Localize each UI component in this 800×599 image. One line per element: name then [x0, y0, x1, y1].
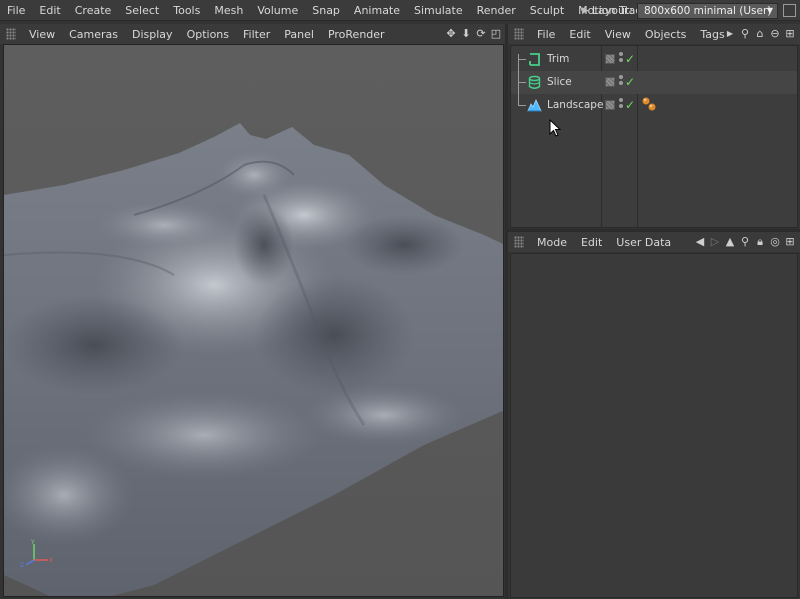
panel-grip-icon[interactable]	[6, 28, 16, 40]
rotate-view-icon[interactable]: ⟳	[475, 27, 487, 41]
chevron-down-icon: ▼	[766, 5, 773, 15]
svg-text:Z: Z	[20, 562, 24, 568]
back-icon[interactable]: ⊖	[769, 27, 781, 41]
om-toolbar: ▶ ⚲ ⌂ ⊖ ⊞	[724, 27, 796, 41]
maximize-view-icon[interactable]: ◰	[490, 27, 502, 41]
layout-dropdown[interactable]: 800x600 minimal (User) ▼	[637, 2, 778, 19]
landscape-render	[4, 45, 503, 596]
layout-selector-wrap: ▶ Layout: 800x600 minimal (User) ▼	[582, 2, 778, 19]
am-menu-user-data[interactable]: User Data	[609, 236, 678, 249]
object-name[interactable]: Trim	[547, 48, 569, 71]
enabled-check-icon[interactable]: ✓	[625, 73, 635, 91]
vertical-splitter[interactable]	[505, 24, 508, 599]
slice-icon	[528, 75, 541, 89]
vp-menu-view[interactable]: View	[22, 28, 62, 41]
search-icon[interactable]: ⚲	[739, 235, 751, 249]
visibility-dots[interactable]	[619, 52, 623, 66]
move-view-icon[interactable]: ✥	[445, 27, 457, 41]
material-tag-icon[interactable]	[641, 96, 657, 113]
layout-label: Layout:	[591, 4, 633, 17]
axis-gizmo-icon: Y X Z	[20, 539, 53, 568]
tree-line	[518, 105, 526, 106]
menu-edit[interactable]: Edit	[32, 0, 67, 21]
vp-menu-prorender[interactable]: ProRender	[321, 28, 392, 41]
om-menu-edit[interactable]: Edit	[562, 28, 597, 41]
panel-grip-icon[interactable]	[514, 236, 524, 248]
layer-icon[interactable]	[605, 77, 615, 87]
object-row-slice[interactable]: Slice ✓	[511, 71, 797, 94]
window-toggle-icon[interactable]	[783, 4, 796, 17]
vp-menu-cameras[interactable]: Cameras	[62, 28, 125, 41]
forward-arrow-icon[interactable]: ▷	[709, 235, 721, 249]
zoom-view-icon[interactable]: ⬇	[460, 27, 472, 41]
menu-mesh[interactable]: Mesh	[207, 0, 250, 21]
menu-select[interactable]: Select	[118, 0, 166, 21]
mouse-cursor-icon	[549, 119, 561, 137]
menu-animate[interactable]: Animate	[347, 0, 407, 21]
om-menu-objects[interactable]: Objects	[638, 28, 694, 41]
svg-text:Y: Y	[30, 539, 35, 546]
up-arrow-icon[interactable]: ▲	[724, 235, 736, 249]
vp-menu-options[interactable]: Options	[180, 28, 236, 41]
object-manager-menubar: File Edit View Objects Tags ▶ ⚲ ⌂ ⊖ ⊞	[508, 24, 800, 44]
chevron-right-icon: ▶	[581, 5, 589, 16]
viewport-menubar: View Cameras Display Options Filter Pane…	[0, 24, 506, 44]
om-menu-view[interactable]: View	[598, 28, 638, 41]
menu-volume[interactable]: Volume	[250, 0, 305, 21]
menu-file[interactable]: File	[0, 0, 32, 21]
panel-grip-icon[interactable]	[514, 28, 524, 40]
menu-create[interactable]: Create	[68, 0, 119, 21]
target-icon[interactable]: ◎	[769, 235, 781, 249]
layer-icon[interactable]	[605, 54, 615, 64]
3d-viewport[interactable]: Y X Z	[3, 44, 504, 597]
am-menu-mode[interactable]: Mode	[530, 236, 574, 249]
home-icon[interactable]: ⌂	[754, 27, 766, 41]
attribute-manager-menubar: Mode Edit User Data ◀ ▷ ▲ ⚲ 🔒︎ ◎ ⊞	[508, 232, 800, 252]
back-arrow-icon[interactable]: ◀	[694, 235, 706, 249]
tree-line	[518, 59, 526, 60]
menu-snap[interactable]: Snap	[305, 0, 347, 21]
object-name[interactable]: Landscape	[547, 94, 603, 117]
visibility-dots[interactable]	[619, 75, 623, 89]
om-menu-file[interactable]: File	[530, 28, 562, 41]
object-row-trim[interactable]: Trim ✓	[511, 48, 797, 71]
menu-render[interactable]: Render	[470, 0, 523, 21]
enabled-check-icon[interactable]: ✓	[625, 96, 635, 114]
menu-tools[interactable]: Tools	[166, 0, 207, 21]
trim-icon	[529, 53, 540, 66]
menu-simulate[interactable]: Simulate	[407, 0, 470, 21]
svg-text:X: X	[49, 557, 53, 564]
vp-menu-display[interactable]: Display	[125, 28, 180, 41]
am-toolbar: ◀ ▷ ▲ ⚲ 🔒︎ ◎ ⊞	[694, 235, 796, 249]
attribute-manager-body	[510, 253, 798, 598]
chevron-right-icon[interactable]: ▶	[724, 27, 736, 41]
visibility-dots[interactable]	[619, 98, 623, 112]
layout-dropdown-value: 800x600 minimal (User)	[644, 4, 772, 17]
object-row-landscape[interactable]: Landscape ✓	[511, 94, 797, 117]
landscape-icon	[527, 99, 542, 112]
menu-sculpt[interactable]: Sculpt	[523, 0, 571, 21]
viewport-nav-tools: ✥ ⬇ ⟳ ◰	[445, 27, 502, 41]
search-icon[interactable]: ⚲	[739, 27, 751, 41]
tree-line	[518, 82, 526, 83]
layer-icon[interactable]	[605, 100, 615, 110]
lock-icon[interactable]: 🔒︎	[754, 235, 766, 249]
vp-menu-filter[interactable]: Filter	[236, 28, 277, 41]
enabled-check-icon[interactable]: ✓	[625, 50, 635, 68]
new-panel-icon[interactable]: ⊞	[784, 27, 796, 41]
object-name[interactable]: Slice	[547, 71, 572, 94]
vp-menu-panel[interactable]: Panel	[277, 28, 321, 41]
am-menu-edit[interactable]: Edit	[574, 236, 609, 249]
new-panel-icon[interactable]: ⊞	[784, 235, 796, 249]
